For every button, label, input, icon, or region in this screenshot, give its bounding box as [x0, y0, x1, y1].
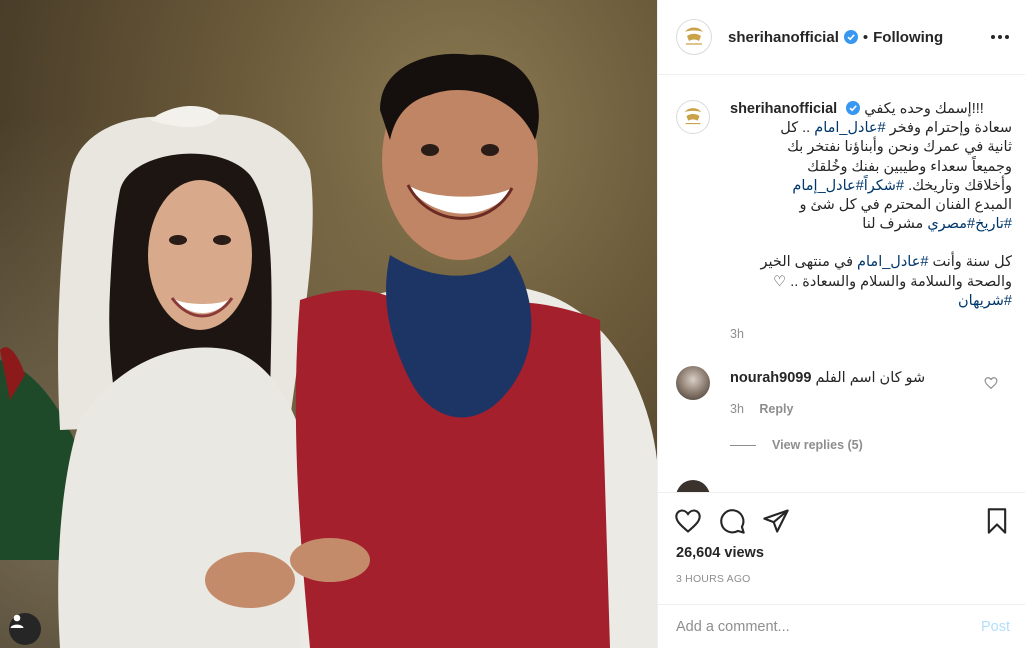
- hashtag[interactable]: #عادل_امام: [857, 254, 928, 270]
- caption-body: sherihanofficial إسمك وحده يكفي!!! سعادة…: [730, 100, 1012, 344]
- caption-time[interactable]: 3h: [730, 325, 1012, 344]
- comment-composer: Post: [658, 604, 1025, 648]
- post-timestamp[interactable]: 3 HOURS AGO: [676, 573, 751, 585]
- post-header: sherihanofficial • Following: [658, 0, 1025, 75]
- separator-dot: •: [862, 28, 869, 46]
- post-media[interactable]: [0, 0, 657, 648]
- following-button[interactable]: Following: [873, 29, 943, 46]
- share-send-icon[interactable]: [762, 507, 790, 535]
- comment-username[interactable]: nourah9099: [730, 370, 811, 386]
- hashtag[interactable]: #مصري: [927, 216, 975, 232]
- save-bookmark-icon[interactable]: [983, 507, 1011, 535]
- caption: sherihanofficial إسمك وحده يكفي!!! سعادة…: [676, 100, 1016, 341]
- hashtag[interactable]: #شكراً: [864, 178, 904, 194]
- header-username[interactable]: sherihanofficial: [728, 29, 839, 46]
- verified-badge-icon: [846, 101, 861, 115]
- comment-bubble-icon[interactable]: [718, 507, 746, 535]
- divider: [730, 444, 756, 446]
- hashtag[interactable]: #عادل_امام: [814, 120, 885, 136]
- caption-line: إسمك وحده يكفي!!!: [864, 101, 984, 117]
- tagged-users-button[interactable]: [9, 613, 41, 645]
- post-image: [0, 53, 657, 648]
- add-comment-input[interactable]: [676, 618, 966, 635]
- comment-actions: 3h Reply: [730, 402, 793, 416]
- more-options-icon[interactable]: [990, 27, 1010, 47]
- verified-badge-icon: [843, 30, 858, 44]
- post-actions: 26,604 views 3 HOURS AGO: [658, 492, 1025, 604]
- like-heart-icon[interactable]: [674, 507, 702, 535]
- caption-line: سعادة وإحترام وفخر: [889, 120, 1012, 137]
- hand: [205, 552, 295, 608]
- comment-item: nourah9099 شو كان اسم الفلم 3h Reply: [676, 366, 1016, 416]
- caption-line: مشرف لنا: [862, 216, 924, 233]
- caption-line: ثانية في عمرك ونحن وأبناؤنا نفتخر بك: [787, 139, 1012, 156]
- avatar[interactable]: [676, 366, 710, 400]
- avatar[interactable]: [676, 480, 710, 492]
- view-replies-label: View replies (5): [772, 438, 863, 452]
- caption-line: في منتهى الخير: [760, 254, 853, 271]
- comment-time[interactable]: 3h: [730, 402, 744, 416]
- caption-avatar[interactable]: [676, 100, 710, 134]
- hashtag[interactable]: #عادل_إمام: [792, 178, 863, 194]
- like-comment-icon[interactable]: [984, 376, 998, 390]
- comment-item-partial: [676, 480, 1016, 492]
- post-panel: sherihanofficial • Following sherihanoff…: [657, 0, 1025, 648]
- caption-line: وجميعاً سعداء وطيبين بفنك وخُلقك: [807, 158, 1012, 175]
- comments-list[interactable]: sherihanofficial إسمك وحده يكفي!!! سعادة…: [658, 76, 1025, 492]
- caption-line: والصحة والسلامة والسلام والسعادة ..: [790, 273, 1012, 290]
- views-count[interactable]: 26,604 views: [676, 545, 764, 561]
- user-icon: [10, 614, 24, 628]
- caption-line: ..: [802, 120, 811, 137]
- avatar[interactable]: [676, 19, 712, 55]
- post-button[interactable]: Post: [981, 619, 1010, 635]
- caption-username[interactable]: sherihanofficial: [730, 101, 837, 117]
- caption-line: وأخلاقك وتاريخك.: [908, 177, 1012, 194]
- comment-body: nourah9099 شو كان اسم الفلم: [730, 370, 925, 386]
- hashtag[interactable]: #شريهان: [958, 293, 1012, 309]
- view-replies-button[interactable]: View replies (5): [730, 438, 863, 452]
- sherihan-logo-icon: [685, 27, 703, 45]
- sherihan-logo-icon: [684, 108, 702, 125]
- caption-line: كل سنة وأنت: [932, 254, 1012, 271]
- caption-line: كل: [780, 120, 799, 137]
- reply-button[interactable]: Reply: [759, 402, 793, 416]
- hashtag[interactable]: #تاريخ: [975, 216, 1012, 232]
- caption-line: المبدع الفنان المحترم في كل شئ و: [799, 197, 1012, 214]
- heart-emoji: ♡: [773, 273, 787, 290]
- comment-text: شو كان اسم الفلم: [815, 370, 926, 386]
